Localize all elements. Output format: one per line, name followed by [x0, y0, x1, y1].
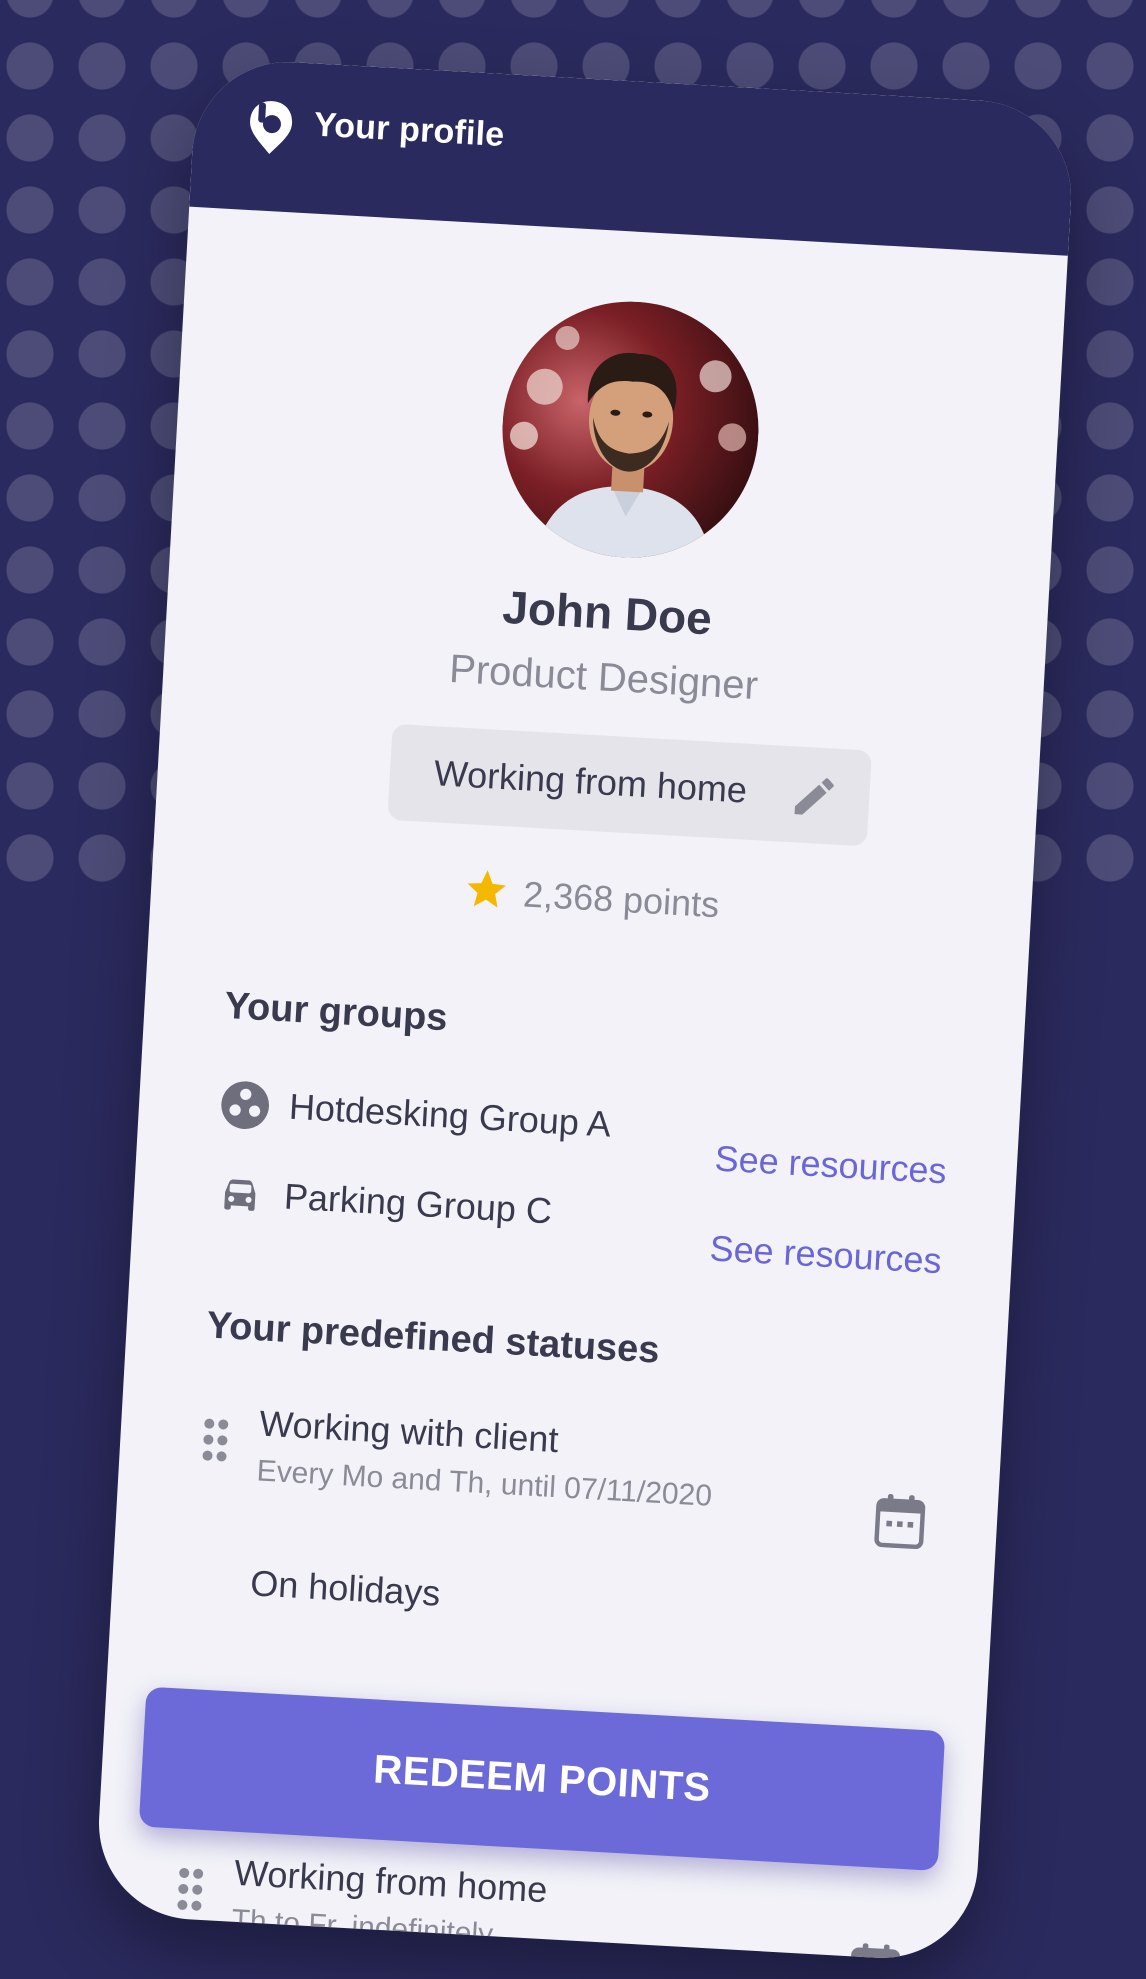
current-status-button[interactable]: Working from home	[387, 723, 872, 847]
group-item: Hotdesking Group A See resources	[217, 1070, 950, 1191]
predefined-status-item[interactable]: Working from home Th to Fr, indefinitely	[171, 1849, 907, 1964]
page-title: Your profile	[312, 105, 506, 155]
status-name: Working from home	[233, 1851, 549, 1911]
group-label: Hotdesking Group A	[288, 1085, 613, 1145]
car-icon	[224, 1179, 256, 1211]
statuses-section-title: Your predefined statuses	[205, 1304, 661, 1372]
star-icon	[467, 870, 506, 908]
status-name: Working with client	[258, 1402, 560, 1461]
status-schedule: Every Mo and Th, until 07/11/2020	[255, 1454, 713, 1513]
avatar-photo	[495, 294, 766, 565]
calendar-icon[interactable]	[871, 1491, 928, 1552]
drag-handle-icon[interactable]	[199, 1415, 232, 1465]
points-value: 2,368 points	[522, 873, 721, 926]
drag-handle-icon[interactable]	[174, 1865, 207, 1915]
points-display: 2,368 points	[151, 848, 1032, 944]
see-resources-link[interactable]: See resources	[709, 1227, 943, 1282]
calendar-icon[interactable]	[846, 1940, 903, 1964]
brand-logo-icon	[250, 101, 293, 155]
current-status-label: Working from home	[432, 752, 749, 811]
group-label: Parking Group C	[283, 1175, 553, 1232]
predefined-status-item[interactable]: Working with client Every Mo and Th, unt…	[196, 1399, 932, 1560]
see-resources-link[interactable]: See resources	[714, 1138, 948, 1193]
hotdesk-icon	[221, 1081, 269, 1130]
pencil-icon[interactable]	[788, 770, 841, 823]
status-schedule: Th to Fr, indefinitely	[230, 1903, 494, 1952]
groups-section-title: Your groups	[223, 984, 449, 1040]
avatar	[495, 294, 766, 565]
phone-screen: Your profile John Doe Product Designer W…	[93, 56, 1077, 1964]
status-name: On holidays	[249, 1562, 442, 1614]
